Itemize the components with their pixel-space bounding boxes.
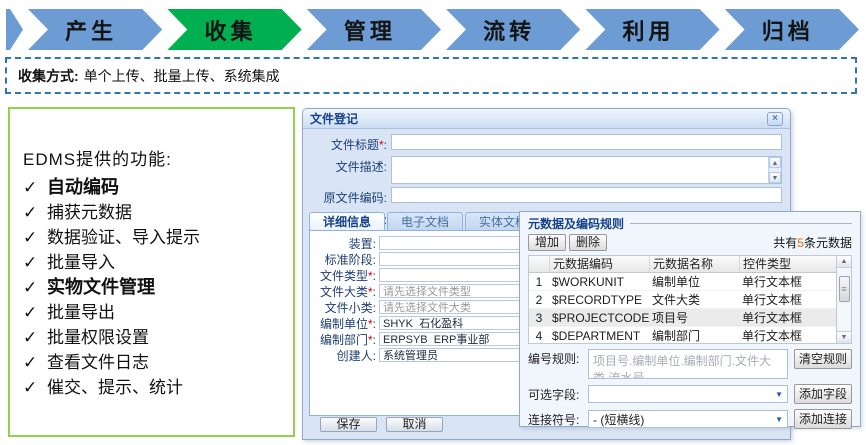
feature-item: ✓查看文件日志 — [23, 350, 280, 375]
original-code-input[interactable] — [391, 187, 782, 203]
connector-dropdown[interactable]: - (短横线) ▼ — [588, 410, 788, 428]
creator-label: 创建人: — [310, 347, 376, 364]
flow-step-transfer[interactable]: 流转 — [446, 9, 580, 50]
check-icon: ✓ — [23, 250, 47, 275]
file-description-label: 文件描述: — [307, 156, 387, 175]
scroll-up-icon[interactable]: ▲ — [769, 157, 781, 168]
cancel-button[interactable]: 取消 — [386, 417, 443, 432]
add-connector-button[interactable]: 添加连接 — [794, 409, 852, 429]
table-row[interactable]: 4 $DEPARTMENT 编制部门 单行文本框 — [529, 327, 836, 343]
flow-step-archive[interactable]: 归档 — [725, 9, 859, 50]
feature-item: ✓捕获元数据 — [23, 200, 280, 225]
features-title: EDMS提供的功能: — [23, 145, 280, 170]
flow-step-manage[interactable]: 管理 — [307, 9, 441, 50]
check-icon: ✓ — [23, 200, 47, 225]
check-icon: ✓ — [23, 225, 47, 250]
standard-phase-label: 标准阶段: — [310, 251, 376, 268]
feature-item: ✓批量权限设置 — [23, 325, 280, 350]
scroll-up-icon[interactable]: ▲ — [837, 256, 851, 268]
check-icon: ✓ — [23, 350, 47, 375]
flow-step-collect[interactable]: 收集 — [167, 9, 301, 50]
save-button[interactable]: 保存 — [320, 417, 377, 432]
textarea-scrollbar: ▲ ▼ — [768, 157, 781, 183]
numbering-rule-label: 编号规则: — [528, 349, 588, 367]
original-code-label: 原文件编码: — [307, 187, 387, 206]
file-minor-class-label: 文件小类: — [310, 299, 376, 316]
flow-step-use[interactable]: 利用 — [585, 9, 719, 50]
collection-method-banner: 收集方式: 单个上传、批量上传、系统集成 — [5, 57, 857, 94]
compile-department-label: 编制部门*: — [310, 331, 376, 348]
clear-rule-button[interactable]: 清空规则 — [794, 349, 852, 369]
feature-item: ✓催交、提示、统计 — [23, 375, 280, 400]
feature-item: ✓自动编码 — [23, 175, 280, 200]
scroll-down-icon[interactable]: ▼ — [769, 172, 781, 183]
dialog-titlebar[interactable]: 文件登记 × — [303, 109, 790, 129]
file-major-class-label: 文件大类*: — [310, 283, 376, 300]
table-header-row: 元数据编码 元数据名称 控件类型 — [529, 256, 836, 273]
header-type[interactable]: 控件类型 — [739, 256, 823, 272]
dialog-buttons: 保存 取消 — [320, 417, 443, 432]
close-icon[interactable]: × — [767, 112, 783, 126]
chevron-down-icon: ▼ — [775, 390, 783, 399]
scroll-down-icon[interactable]: ▼ — [837, 331, 851, 343]
header-code[interactable]: 元数据编码 — [549, 256, 649, 272]
file-title-label: 文件标题*: — [307, 134, 387, 153]
file-title-input[interactable] — [391, 134, 782, 150]
feature-item: ✓数据验证、导入提示 — [23, 225, 280, 250]
metadata-rules-panel: 元数据及编码规则 增加 删除 共有5条元数据 元数据编码 元数据名称 控件类型 … — [519, 211, 861, 427]
process-flow: 产生 收集 管理 流转 利用 归档 — [6, 9, 859, 50]
dialog-title: 文件登记 — [310, 110, 358, 127]
connector-label: 连接符号: — [528, 410, 588, 428]
feature-item: ✓实物文件管理 — [23, 275, 280, 300]
title-divider — [630, 223, 852, 224]
banner-label: 收集方式: — [18, 66, 79, 86]
tab-detail-info[interactable]: 详细信息 — [309, 212, 385, 231]
delete-metadata-button[interactable]: 删除 — [569, 234, 607, 251]
feature-item: ✓批量导入 — [23, 250, 280, 275]
check-icon: ✓ — [23, 300, 47, 325]
add-metadata-button[interactable]: 增加 — [528, 234, 566, 251]
check-icon: ✓ — [23, 375, 47, 400]
add-field-button[interactable]: 添加字段 — [794, 384, 852, 404]
banner-text: 单个上传、批量上传、系统集成 — [84, 66, 280, 86]
feature-item: ✓批量导出 — [23, 300, 280, 325]
panel-toolbar: 增加 删除 共有5条元数据 — [528, 233, 852, 251]
check-icon: ✓ — [23, 175, 47, 200]
table-body: 1 $WORKUNIT 编制单位 单行文本框 2 $RECORDTYPE 文件大… — [529, 273, 836, 343]
check-icon: ✓ — [23, 325, 47, 350]
table-row[interactable]: 1 $WORKUNIT 编制单位 单行文本框 — [529, 273, 836, 291]
table-row[interactable]: 2 $RECORDTYPE 文件大类 单行文本框 — [529, 291, 836, 309]
tab-electronic-doc[interactable]: 电子文档 — [387, 212, 463, 231]
flow-step-produce[interactable]: 产生 — [28, 9, 162, 50]
file-description-field: ▲ ▼ — [391, 156, 782, 184]
compile-unit-label: 编制单位*: — [310, 315, 376, 332]
file-description-input[interactable] — [392, 157, 768, 183]
flow-lead-arrow-icon — [6, 9, 23, 50]
check-icon: ✓ — [23, 275, 47, 300]
device-label: 装置: — [310, 235, 376, 252]
dialog-tabs: 详细信息 电子文档 实体文档 — [309, 212, 541, 231]
numbering-rule-box[interactable]: 项目号.编制单位.编制部门.文件大类.流水号 — [588, 349, 788, 379]
metadata-table: 元数据编码 元数据名称 控件类型 1 $WORKUNIT 编制单位 单行文本框 … — [528, 255, 852, 344]
panel-title: 元数据及编码规则 — [528, 215, 624, 232]
optional-field-dropdown[interactable]: ▼ — [588, 385, 788, 403]
header-name[interactable]: 元数据名称 — [649, 256, 739, 272]
file-type-label: 文件类型*: — [310, 267, 376, 284]
metadata-count: 共有5条元数据 — [773, 234, 852, 251]
table-scrollbar[interactable]: ▲ ≡ ▼ — [836, 256, 851, 343]
scrollbar-thumb[interactable]: ≡ — [839, 276, 850, 302]
optional-field-label: 可选字段: — [528, 385, 588, 403]
edms-features-box: EDMS提供的功能: ✓自动编码 ✓捕获元数据 ✓数据验证、导入提示 ✓批量导入… — [8, 107, 295, 437]
chevron-down-icon: ▼ — [775, 415, 783, 424]
table-row[interactable]: 3 $PROJECTCODE 项目号 单行文本框 — [529, 309, 836, 327]
